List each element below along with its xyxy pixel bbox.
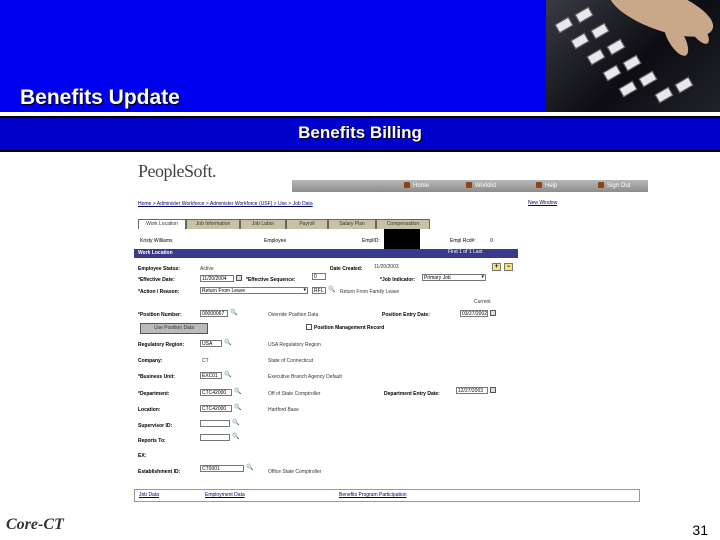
position-entry-label: Position Entry Date: <box>382 312 430 318</box>
supervisor-input[interactable] <box>200 420 230 427</box>
tab-payroll[interactable]: Payroll <box>286 219 328 229</box>
lookup-icon[interactable]: 🔍 <box>234 389 241 395</box>
effective-date-input[interactable]: 11/20/2004 <box>200 275 234 282</box>
nav-home[interactable]: Home <box>413 183 429 189</box>
reason-input[interactable]: RFL <box>312 287 326 294</box>
position-number-label: *Position Number: <box>138 312 182 318</box>
lookup-icon[interactable]: 🔍 <box>232 420 239 426</box>
establishment-label: Establishment ID: <box>138 469 181 475</box>
link-employment-data[interactable]: Employment Data <box>205 492 245 498</box>
department-input[interactable]: CTC42000 <box>200 389 232 396</box>
business-unit-input[interactable]: EXC01 <box>200 372 222 379</box>
reg-region-description: USA Regulatory Region <box>268 342 321 348</box>
top-nav-bar: Home Worklist Help Sign Out <box>292 180 648 192</box>
slide-title: Benefits Update <box>20 86 180 109</box>
effective-seq-label: *Effective Sequence: <box>246 277 296 283</box>
keyboard-photo <box>546 0 720 112</box>
use-position-data-button[interactable]: Use Position Data <box>140 323 208 334</box>
signout-icon <box>598 182 604 188</box>
tab-work-location[interactable]: Work Location <box>138 219 186 229</box>
employee-status-label: Employee Status: <box>138 266 180 272</box>
lookup-icon[interactable]: 🔍 <box>230 310 237 316</box>
calendar-icon[interactable] <box>490 310 496 316</box>
tab-job-labor[interactable]: Job Labor <box>240 219 286 229</box>
company-description: State of Connecticut <box>268 358 314 364</box>
link-job-data[interactable]: Job Data <box>139 492 159 498</box>
delete-row-button[interactable]: − <box>504 263 513 271</box>
page-tabs: Work Location Job Information Job Labor … <box>138 219 468 229</box>
bottom-links-bar: Job Data Employment Data Benefits Progra… <box>134 489 640 502</box>
tab-job-information[interactable]: Job Information <box>186 219 240 229</box>
reason-description: Return From Family Leave <box>340 289 400 295</box>
slide-subtitle: Benefits Billing <box>298 123 422 142</box>
empl-rcd-value: 0 <box>490 238 493 244</box>
location-description: Hartford Base <box>268 407 299 413</box>
new-window-link[interactable]: New Window <box>528 200 557 206</box>
help-icon <box>536 182 542 188</box>
company-label: Company: <box>138 358 163 364</box>
employee-name: Kristy Williams <box>140 238 173 244</box>
dept-entry-label: Department Entry Date: <box>384 391 440 397</box>
effective-seq-input[interactable]: 0 <box>312 273 326 280</box>
position-mgmt-checkbox[interactable] <box>306 324 312 330</box>
position-number-input[interactable]: 00000067 <box>200 310 228 317</box>
position-entry-input[interactable]: 03/27/2002 <box>460 310 488 317</box>
action-select[interactable]: Return From Leave <box>200 287 308 294</box>
core-ct-logo: Core-CT <box>6 516 64 533</box>
employee-status-value: Active <box>200 266 214 272</box>
lookup-icon[interactable]: 🔍 <box>224 372 231 378</box>
nav-signout[interactable]: Sign Out <box>607 183 630 189</box>
tab-salary-plan[interactable]: Salary Plan <box>328 219 376 229</box>
action-reason-label: *Action / Reason: <box>138 289 180 295</box>
current-label: Current <box>474 299 491 305</box>
empl-rcd-label: Empl Rcd#: <box>450 238 476 244</box>
row-pager[interactable]: First 1 of 1 Last <box>448 249 482 255</box>
location-label: Location: <box>138 407 161 413</box>
lookup-icon[interactable]: 🔍 <box>224 340 231 346</box>
employee-label: Employee <box>264 238 287 244</box>
date-created-label: Date Created: <box>330 266 363 272</box>
date-created-value: 11/20/2003 <box>374 264 399 270</box>
lookup-icon[interactable]: 🔍 <box>234 405 241 411</box>
calendar-icon[interactable] <box>490 387 496 393</box>
effective-date-label: *Effective Date: <box>138 277 175 283</box>
peoplesoft-screenshot: PeopleSoft. Home Worklist Help Sign Out … <box>130 153 650 505</box>
add-row-button[interactable]: + <box>492 263 501 271</box>
override-position-label: Override Position Data <box>268 312 319 318</box>
department-description: Off of State Comptroller <box>268 391 321 397</box>
ex-label: EX: <box>138 453 147 459</box>
lookup-icon[interactable]: 🔍 <box>246 465 253 471</box>
establishment-description: Office State Comptroller <box>268 469 322 475</box>
worklist-icon <box>466 182 472 188</box>
tab-compensation[interactable]: Compensation <box>376 219 430 229</box>
dept-entry-input[interactable]: 12/27/2003 <box>456 387 488 394</box>
company-value: CT <box>202 358 209 364</box>
calendar-icon[interactable] <box>236 275 242 281</box>
empl-id-label: EmplID: <box>362 238 380 244</box>
redacted-block <box>384 229 420 249</box>
home-icon <box>404 182 410 188</box>
job-indicator-label: *Job Indicator: <box>380 277 416 283</box>
supervisor-label: Supervisor ID: <box>138 423 173 429</box>
establishment-input[interactable]: CT0001 <box>200 465 244 472</box>
location-input[interactable]: CTC42000 <box>200 405 232 412</box>
lookup-icon[interactable]: 🔍 <box>232 434 239 440</box>
reg-region-label: Regulatory Region: <box>138 342 185 348</box>
reg-region-input[interactable]: USA <box>200 340 222 347</box>
business-unit-label: *Business Unit: <box>138 374 175 380</box>
page-number: 31 <box>692 522 708 538</box>
peoplesoft-logo: PeopleSoft. <box>138 161 217 181</box>
reports-to-input[interactable] <box>200 434 230 441</box>
nav-help[interactable]: Help <box>545 183 557 189</box>
job-indicator-select[interactable]: Primary Job <box>422 274 486 281</box>
lookup-icon[interactable]: 🔍 <box>328 287 335 293</box>
nav-worklist[interactable]: Worklist <box>475 183 496 189</box>
position-mgmt-label: Position Management Record <box>314 325 385 331</box>
business-unit-description: Executive Branch Agency Default <box>268 374 342 380</box>
department-label: *Department: <box>138 391 170 397</box>
reports-to-label: Reports To: <box>138 438 166 444</box>
link-benefits-program[interactable]: Benefits Program Participation <box>339 492 407 498</box>
subtitle-bar: Benefits Billing <box>0 116 720 152</box>
breadcrumb[interactable]: Home > Administer Workforce > Administer… <box>138 201 313 207</box>
